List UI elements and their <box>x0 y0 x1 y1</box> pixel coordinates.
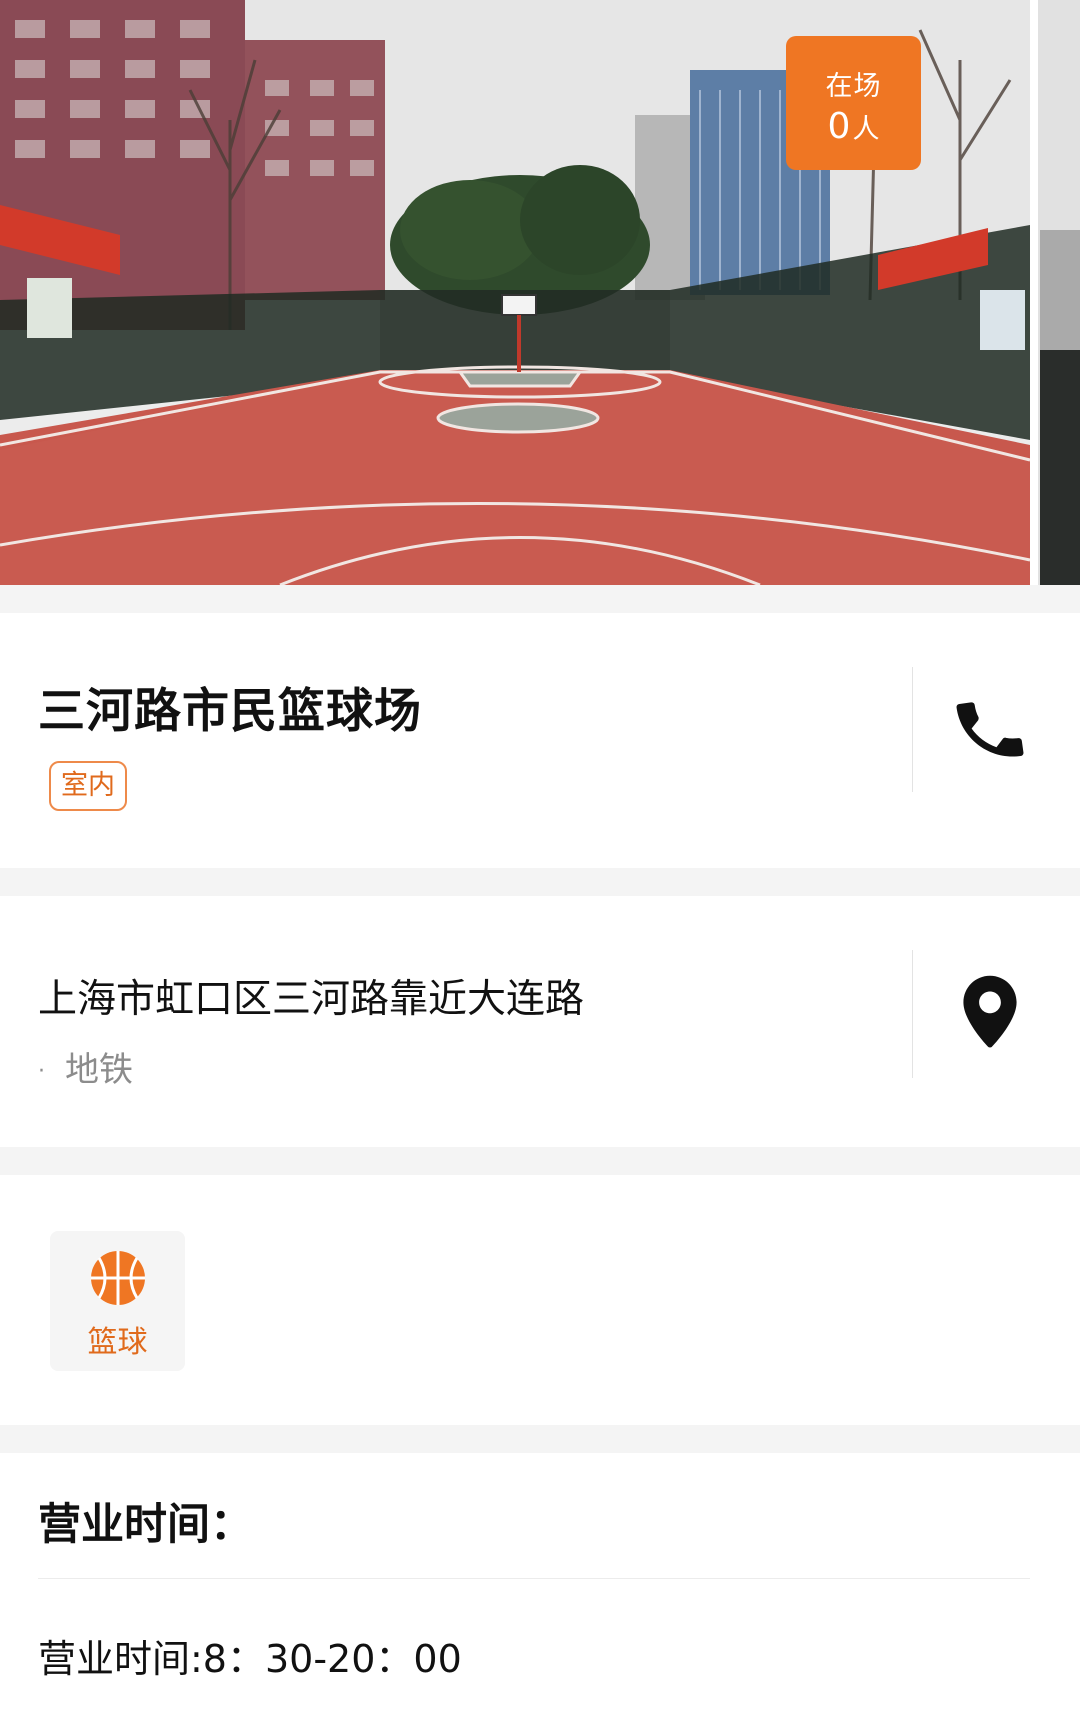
occupancy-badge: 在场 0人 <box>786 36 921 170</box>
sport-item-basketball[interactable]: 篮球 <box>50 1231 185 1371</box>
section-divider <box>0 1425 1080 1453</box>
basketball-icon <box>91 1251 145 1305</box>
occupancy-count-value: 0 <box>827 106 851 147</box>
transit-info: · 地铁 <box>38 1042 133 1091</box>
phone-icon <box>956 702 1024 757</box>
transit-label: 地铁 <box>65 1050 133 1090</box>
section-divider <box>0 1147 1080 1175</box>
occupancy-unit: 人 <box>852 114 880 145</box>
venue-name: 三河路市民篮球场 <box>38 684 422 739</box>
divider-line <box>38 1578 1030 1579</box>
divider-line <box>912 950 913 1078</box>
venue-address: 上海市虹口区三河路靠近大连路 <box>38 977 585 1022</box>
venue-photo[interactable]: 在场 0人 <box>0 0 1080 585</box>
venue-type-tag: 室内 <box>49 761 127 811</box>
call-button[interactable] <box>940 680 1040 780</box>
opening-hours-heading: 营业时间： <box>38 1500 253 1550</box>
opening-hours-text: 营业时间:8：30-20：00 <box>38 1637 462 1681</box>
bullet-dot: · <box>38 1059 45 1084</box>
occupancy-count: 0人 <box>786 106 921 147</box>
section-divider <box>0 868 1080 896</box>
section-divider <box>0 585 1080 613</box>
map-pin-icon <box>963 975 1017 1048</box>
divider-line <box>912 667 913 792</box>
sport-label: 篮球 <box>87 1325 148 1360</box>
navigate-button[interactable] <box>940 962 1040 1062</box>
occupancy-label: 在场 <box>825 71 882 102</box>
